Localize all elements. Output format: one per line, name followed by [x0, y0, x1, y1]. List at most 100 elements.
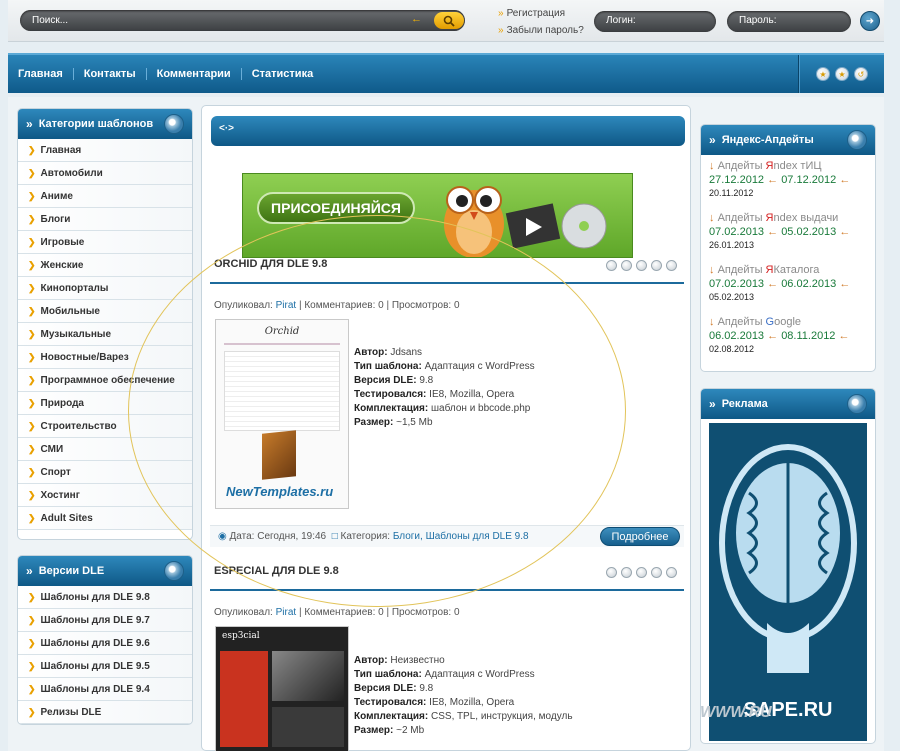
auth-links: » Регистрация » Забыли пароль?	[498, 8, 584, 36]
version-item[interactable]: ❯ Шаблоны для DLE 9.8	[18, 586, 192, 609]
version-item[interactable]: ❯ Шаблоны для DLE 9.7	[18, 609, 192, 632]
arrow-left-icon: ←	[838, 330, 850, 342]
double-chevron-icon: »	[26, 117, 33, 131]
join-button[interactable]: ПРИСОЕДИНЯЙСЯ	[257, 192, 415, 224]
login-field[interactable]: Логин:	[594, 11, 716, 32]
versions-header: » Версии DLE	[18, 556, 192, 586]
main-nav: Главная Контакты Комментарии Статистика …	[8, 53, 884, 93]
forgot-password-link[interactable]: Забыли пароль?	[507, 25, 584, 36]
version-item[interactable]: ❯ Шаблоны для DLE 9.6	[18, 632, 192, 655]
nav-item-stats[interactable]: Статистика	[242, 68, 324, 80]
code-toggle-icon[interactable]: <·>	[219, 123, 234, 134]
toggle-knob-icon[interactable]	[164, 561, 184, 581]
category-item[interactable]: ❯ Игровые	[18, 231, 192, 254]
star-icon[interactable]: ★	[816, 67, 830, 81]
author-link[interactable]: Pirat	[276, 607, 297, 618]
category-item[interactable]: ❯ Главная	[18, 139, 192, 162]
toggle-knob-icon[interactable]	[847, 394, 867, 414]
category-item[interactable]: ❯ Женские	[18, 254, 192, 277]
post-thumbnail[interactable]: esp3cial	[215, 626, 349, 751]
nav-item-contacts[interactable]: Контакты	[74, 68, 147, 80]
post-title[interactable]: ESPECIAL ДЛЯ DLE 9.8	[214, 565, 339, 577]
rating-star-icon[interactable]	[636, 567, 647, 578]
rating-star-icon[interactable]	[606, 567, 617, 578]
nav-divider	[798, 55, 800, 93]
rating-star-icon[interactable]	[651, 260, 662, 271]
search-box: ←	[20, 10, 465, 31]
login-submit-button[interactable]: ➜	[860, 11, 880, 31]
search-icon	[443, 15, 455, 27]
category-item[interactable]: ❯ Хостинг	[18, 484, 192, 507]
toggle-knob-icon[interactable]	[847, 130, 867, 150]
brain-icon	[719, 444, 857, 673]
category-item[interactable]: ❯ Мобильные	[18, 300, 192, 323]
register-link[interactable]: Регистрация	[507, 8, 565, 19]
category-item[interactable]: ❯ Программное обеспечение	[18, 369, 192, 392]
category-item[interactable]: ❯ Музыкальные	[18, 323, 192, 346]
category-item[interactable]: ❯ Adult Sites	[18, 507, 192, 530]
double-chevron-icon: »	[26, 564, 33, 578]
read-more-button[interactable]: Подробнее	[600, 527, 680, 546]
rating-star-icon[interactable]	[621, 567, 632, 578]
top-bar: ← »Регистрация »Забыли пароль? Логин: Па…	[8, 0, 884, 42]
star-icon[interactable]: ★	[835, 67, 849, 81]
clock-icon: ◉	[218, 531, 227, 542]
category-item[interactable]: ❯ Блоги	[18, 208, 192, 231]
category-item[interactable]: ❯ Природа	[18, 392, 192, 415]
nav-icons: ★ ★ ↺	[816, 67, 868, 81]
arrow-left-icon: ←	[411, 13, 422, 25]
comment-icon: □	[331, 531, 338, 542]
rating-star-icon[interactable]	[621, 260, 632, 271]
arrow-left-icon: ←	[767, 330, 779, 342]
yandex-header: » Яндекс-Апдейты	[701, 125, 875, 155]
password-field[interactable]: Пароль:	[727, 11, 851, 32]
update-row: ↓ Апдейты Google 06.02.2013 ← 08.11.2012…	[709, 316, 850, 354]
post-date: Дата: Сегодня, 19:46	[229, 531, 327, 542]
promo-banner[interactable]: ПРИСОЕДИНЯЙСЯ	[242, 173, 633, 258]
update-row: ↓ Апдейты ЯКаталога 07.02.2013 ← 06.02.2…	[709, 264, 851, 302]
post-meta: Опуликовал: Pirat | Комментариев: 0 | Пр…	[214, 607, 460, 618]
rating-stars[interactable]	[606, 260, 677, 271]
author-link[interactable]: Pirat	[276, 300, 297, 311]
versions-title: Версии DLE	[38, 565, 105, 577]
toggle-knob-icon[interactable]	[164, 114, 184, 134]
rating-star-icon[interactable]	[666, 260, 677, 271]
category-item[interactable]: ❯ Строительство	[18, 415, 192, 438]
arrow-left-icon: ←	[767, 174, 779, 186]
categories-title: Категории шаблонов	[38, 118, 154, 130]
ad-title: Реклама	[721, 398, 768, 410]
category-item[interactable]: ❯ Автомобили	[18, 162, 192, 185]
post-footer: ◉ Дата: Сегодня, 19:46 □ Категория: Блог…	[210, 525, 684, 547]
rating-star-icon[interactable]	[636, 260, 647, 271]
rating-star-icon[interactable]	[666, 567, 677, 578]
category-item[interactable]: ❯ Спорт	[18, 461, 192, 484]
arrow-right-icon: ➜	[865, 15, 875, 27]
return-icon[interactable]: ↺	[854, 67, 868, 81]
ad-banner[interactable]	[709, 423, 867, 741]
categories-block: » Категории шаблонов ❯ Главная ❯ Автомобил…	[17, 108, 193, 540]
search-input[interactable]	[32, 13, 392, 28]
main-content: <·> ПРИСОЕДИНЯЙСЯ ORCHID ДЛЯ DLE 9.8 Опу…	[201, 105, 691, 751]
post-thumbnail[interactable]: Orchid NewTemplates.ru	[215, 319, 349, 509]
version-item[interactable]: ❯ Шаблоны для DLE 9.5	[18, 655, 192, 678]
category-item[interactable]: ❯ СМИ	[18, 438, 192, 461]
rating-star-icon[interactable]	[606, 260, 617, 271]
version-item[interactable]: ❯ Шаблоны для DLE 9.4	[18, 678, 192, 701]
search-button[interactable]	[434, 12, 464, 29]
category-item[interactable]: ❯ Новостные/Варез	[18, 346, 192, 369]
yandex-updates-block: » Яндекс-Апдейты ↓ Апдейты Яndex тИЦ 27.…	[700, 124, 876, 372]
watermark: WWW.RU	[700, 704, 772, 721]
login-label: Логин:	[606, 15, 636, 26]
version-item[interactable]: ❯ Релизы DLE	[18, 701, 192, 724]
ad-header: » Реклама	[701, 389, 875, 419]
nav-item-home[interactable]: Главная	[8, 68, 74, 80]
rating-star-icon[interactable]	[651, 567, 662, 578]
category-item[interactable]: ❯ Аниме	[18, 185, 192, 208]
category-item[interactable]: ❯ Кинопорталы	[18, 277, 192, 300]
rating-stars[interactable]	[606, 567, 677, 578]
owl-icon	[444, 186, 607, 257]
nav-item-comments[interactable]: Комментарии	[147, 68, 242, 80]
versions-block: » Версии DLE ❯ Шаблоны для DLE 9.8 ❯ Шабло…	[17, 555, 193, 725]
post-title[interactable]: ORCHID ДЛЯ DLE 9.8	[214, 258, 327, 270]
category-links[interactable]: Блоги, Шаблоны для DLE 9.8	[393, 531, 529, 542]
